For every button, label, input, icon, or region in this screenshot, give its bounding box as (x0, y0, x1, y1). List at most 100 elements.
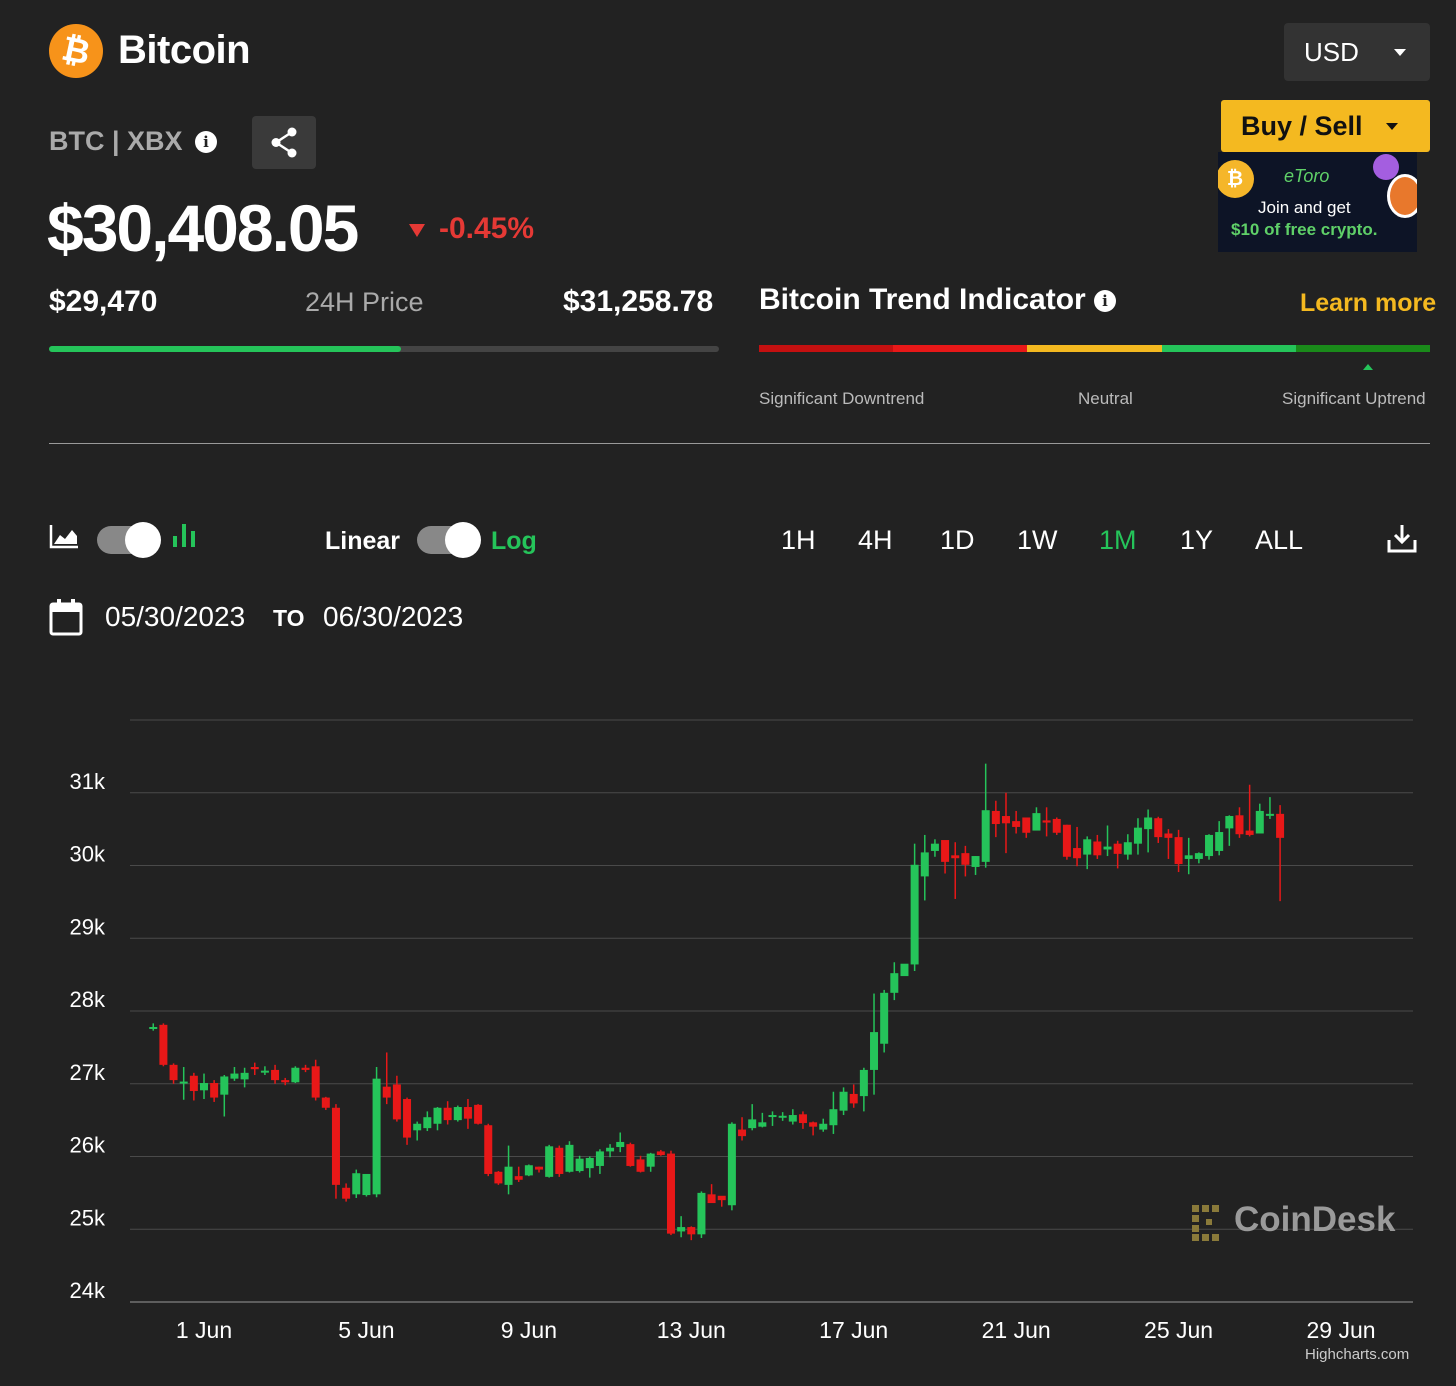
candle-body (1001, 816, 1010, 824)
coindesk-logo-icon (1192, 1205, 1219, 1241)
candle-body (829, 1109, 838, 1126)
candle-body (1042, 820, 1051, 823)
candle-body (809, 1122, 818, 1127)
candle-body (626, 1144, 635, 1166)
price-candlestick-chart[interactable]: 31k 30k 29k 28k 27k 26k 25k 24k 1 Jun 5 Jun 9 Jun 1… (0, 700, 1456, 1380)
timeframe-4h[interactable]: 4H (858, 525, 893, 556)
candle-body (311, 1066, 320, 1098)
candle-body (849, 1093, 858, 1104)
coin-name: Bitcoin (118, 28, 251, 72)
candle-body (656, 1151, 665, 1156)
y-tick-label: 28k (70, 987, 106, 1012)
candle-body (666, 1153, 675, 1234)
trend-segment (759, 345, 894, 352)
y-tick-label: 30k (70, 842, 106, 867)
candle-body (200, 1083, 208, 1091)
candle-body (555, 1147, 564, 1174)
timeframe-1w[interactable]: 1W (1017, 525, 1058, 556)
candle-body (159, 1024, 168, 1065)
candle-body (1144, 817, 1153, 830)
candle-body (433, 1107, 442, 1124)
candle-body (1133, 827, 1142, 844)
candle-body (321, 1097, 330, 1108)
chart-type-toggle[interactable] (97, 522, 161, 558)
candle-body (423, 1117, 432, 1129)
candle-body (991, 810, 1000, 825)
currency-value: USD (1304, 36, 1359, 67)
y-tick-label: 26k (70, 1133, 106, 1158)
timeframe-1y[interactable]: 1Y (1180, 525, 1213, 556)
candle-body (707, 1194, 716, 1204)
trend-segment (1295, 345, 1431, 352)
highcharts-credit-link[interactable]: Highcharts.com (1305, 1346, 1409, 1363)
currency-select[interactable]: USD (1284, 23, 1430, 81)
candle-body (1265, 813, 1274, 816)
calendar-icon[interactable] (49, 598, 83, 636)
linear-scale-label[interactable]: Linear (325, 527, 400, 556)
buy-sell-button[interactable]: Buy / Sell (1221, 100, 1430, 152)
y-tick-label: 24k (70, 1278, 106, 1303)
candle-body (1123, 842, 1132, 855)
y-tick-label: 25k (70, 1205, 106, 1230)
x-tick-label: 1 Jun (176, 1317, 232, 1343)
y-tick-label: 31k (70, 769, 106, 794)
trend-indicator-title: Bitcoin Trend Indicator (759, 283, 1086, 316)
candle-body (240, 1072, 249, 1080)
candle-body (149, 1027, 158, 1030)
x-tick-label: 29 Jun (1306, 1317, 1375, 1343)
candle-body (372, 1078, 381, 1195)
candle-body (1205, 834, 1214, 857)
candle-body (260, 1070, 269, 1073)
candle-body (595, 1151, 604, 1166)
candle-body (1225, 816, 1234, 829)
candle-body (910, 864, 919, 965)
candle-body (484, 1125, 493, 1174)
candle-body (352, 1173, 361, 1195)
log-scale-label[interactable]: Log (491, 527, 537, 556)
candle-body (1093, 841, 1102, 856)
candle-body (331, 1107, 340, 1185)
candle-body (1062, 824, 1071, 857)
price-range-label: 24H Price (305, 287, 424, 317)
candle-body (920, 852, 929, 877)
candle-body (1052, 818, 1061, 833)
candle-body (1245, 830, 1254, 835)
download-icon[interactable] (1386, 522, 1418, 554)
candle-body (463, 1107, 472, 1119)
candle-body (738, 1129, 747, 1137)
coindesk-watermark: CoinDesk (1234, 1200, 1396, 1239)
candle-body (1235, 815, 1244, 835)
candle-body (545, 1146, 554, 1177)
candle-body (1215, 832, 1224, 851)
chevron-down-icon (1394, 49, 1406, 56)
candle-body (606, 1147, 615, 1152)
date-to-field[interactable]: 06/30/2023 (323, 601, 463, 633)
candle-body (687, 1227, 696, 1235)
info-icon[interactable]: i (1094, 290, 1116, 312)
candle-body (1083, 839, 1092, 855)
learn-more-link[interactable]: Learn more (1300, 289, 1436, 318)
etoro-ad-banner[interactable]: ₿ eToro Join and get $10 of free crypto. (1218, 152, 1417, 252)
share-button[interactable] (252, 116, 316, 169)
candle-body (1032, 813, 1041, 831)
candle-body (575, 1158, 584, 1172)
area-chart-icon[interactable] (49, 523, 79, 549)
candle-body (413, 1123, 422, 1131)
candle-body (443, 1107, 452, 1121)
bitcoin-logo-icon: ₿ (49, 24, 103, 78)
trend-label-neutral: Neutral (1078, 389, 1133, 408)
timeframe-1h[interactable]: 1H (781, 525, 816, 556)
timeframe-1m[interactable]: 1M (1099, 525, 1137, 556)
price-low-24h: $29,470 (49, 285, 158, 318)
scale-toggle[interactable] (417, 522, 481, 558)
candle-body (514, 1176, 523, 1180)
timeframe-1d[interactable]: 1D (940, 525, 975, 556)
candle-body (565, 1144, 574, 1172)
candle-body (169, 1064, 178, 1081)
x-tick-label: 9 Jun (501, 1317, 557, 1343)
candle-body (230, 1073, 239, 1079)
candlestick-chart-icon[interactable] (172, 522, 196, 550)
info-icon[interactable]: i (195, 131, 217, 153)
timeframe-all[interactable]: ALL (1255, 525, 1303, 556)
date-from-field[interactable]: 05/30/2023 (105, 601, 245, 633)
